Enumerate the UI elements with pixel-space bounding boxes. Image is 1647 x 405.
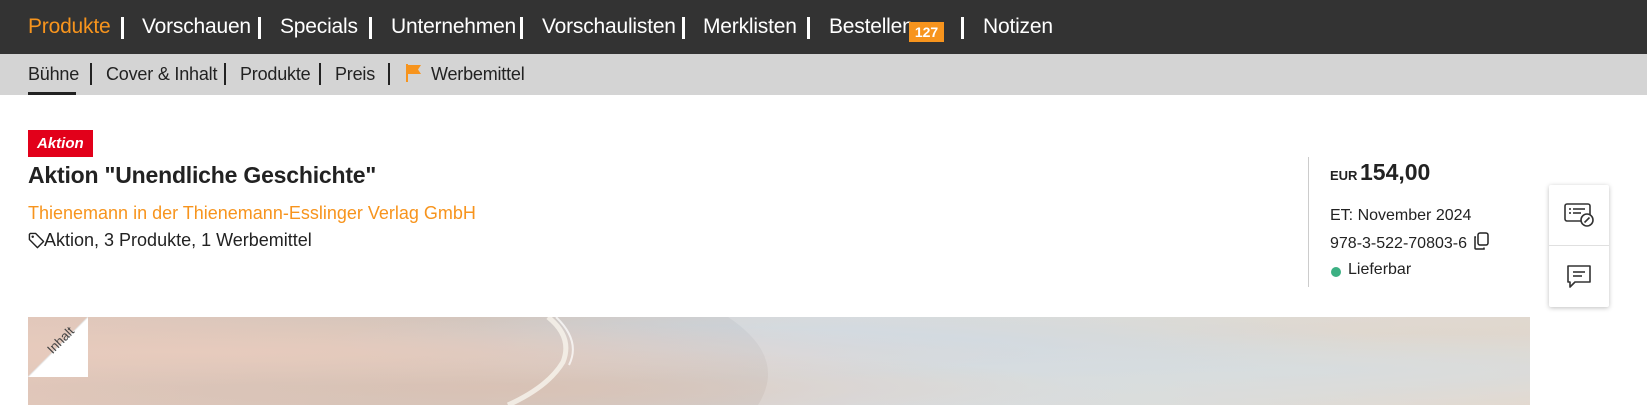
subnav-item-cover-inhalt[interactable]: Cover & Inhalt xyxy=(106,64,217,85)
availability-status: Lieferbar xyxy=(1348,261,1412,278)
info-divider xyxy=(1308,157,1309,287)
copy-icon[interactable] xyxy=(1473,232,1490,250)
flag-icon xyxy=(406,64,421,82)
release-date: ET: November 2024 xyxy=(1330,207,1472,224)
topnav-item-produkte[interactable]: Produkte xyxy=(28,15,111,39)
topnav-item-merklisten[interactable]: Merklisten xyxy=(703,15,797,39)
price-value: 154,00 xyxy=(1360,159,1431,185)
topnav-item-vorschauen[interactable]: Vorschauen xyxy=(142,15,251,39)
active-tab-indicator xyxy=(28,92,76,95)
topnav-divider xyxy=(520,17,523,39)
comment-icon xyxy=(1567,264,1591,288)
isbn: 978-3-522-70803-6 xyxy=(1330,235,1467,252)
topnav-divider xyxy=(258,17,261,39)
product-meta: Aktion, 3 Produkte, 1 Werbemittel xyxy=(28,230,312,251)
product-meta-text: Aktion, 3 Produkte, 1 Werbemittel xyxy=(44,230,312,250)
bestellen-count-badge: 127 xyxy=(909,22,944,42)
price-currency: EUR xyxy=(1330,168,1358,183)
cover-artwork xyxy=(506,317,1530,405)
topnav-divider xyxy=(807,17,810,39)
topnav-divider xyxy=(682,17,685,39)
topnav-divider xyxy=(121,17,124,39)
note-button[interactable] xyxy=(1549,185,1609,246)
topnav-item-unternehmen[interactable]: Unternehmen xyxy=(391,15,516,39)
aktion-badge: Aktion xyxy=(28,130,93,157)
topnav-item-notizen[interactable]: Notizen xyxy=(983,15,1053,39)
topnav-item-specials[interactable]: Specials xyxy=(280,15,358,39)
subnav-item-buehne[interactable]: Bühne xyxy=(28,64,79,85)
comment-button[interactable] xyxy=(1549,246,1609,307)
subnav-divider xyxy=(388,63,390,85)
topnav-divider xyxy=(369,17,372,39)
subnav-divider xyxy=(224,63,226,85)
topnav-item-bestellen[interactable]: Bestellen xyxy=(829,15,914,39)
subnav-item-preis[interactable]: Preis xyxy=(335,64,375,85)
cover-image xyxy=(28,317,1530,405)
note-edit-icon xyxy=(1564,203,1594,227)
subnav-divider xyxy=(90,63,92,85)
page-title: Aktion "Unendliche Geschichte" xyxy=(28,162,377,188)
subnav-divider xyxy=(319,63,321,85)
top-navigation: Produkte Vorschauen Specials Unternehmen… xyxy=(0,0,1647,54)
availability-indicator xyxy=(1331,267,1341,277)
sub-navigation: Bühne Cover & Inhalt Produkte Preis Werb… xyxy=(0,54,1647,95)
topnav-item-vorschaulisten[interactable]: Vorschaulisten xyxy=(542,15,676,39)
publisher-link[interactable]: Thienemann in der Thienemann-Esslinger V… xyxy=(28,203,476,224)
topnav-divider xyxy=(961,17,964,39)
subnav-item-produkte[interactable]: Produkte xyxy=(240,64,311,85)
side-action-panel xyxy=(1549,185,1609,307)
subnav-item-werbemittel[interactable]: Werbemittel xyxy=(431,64,525,85)
